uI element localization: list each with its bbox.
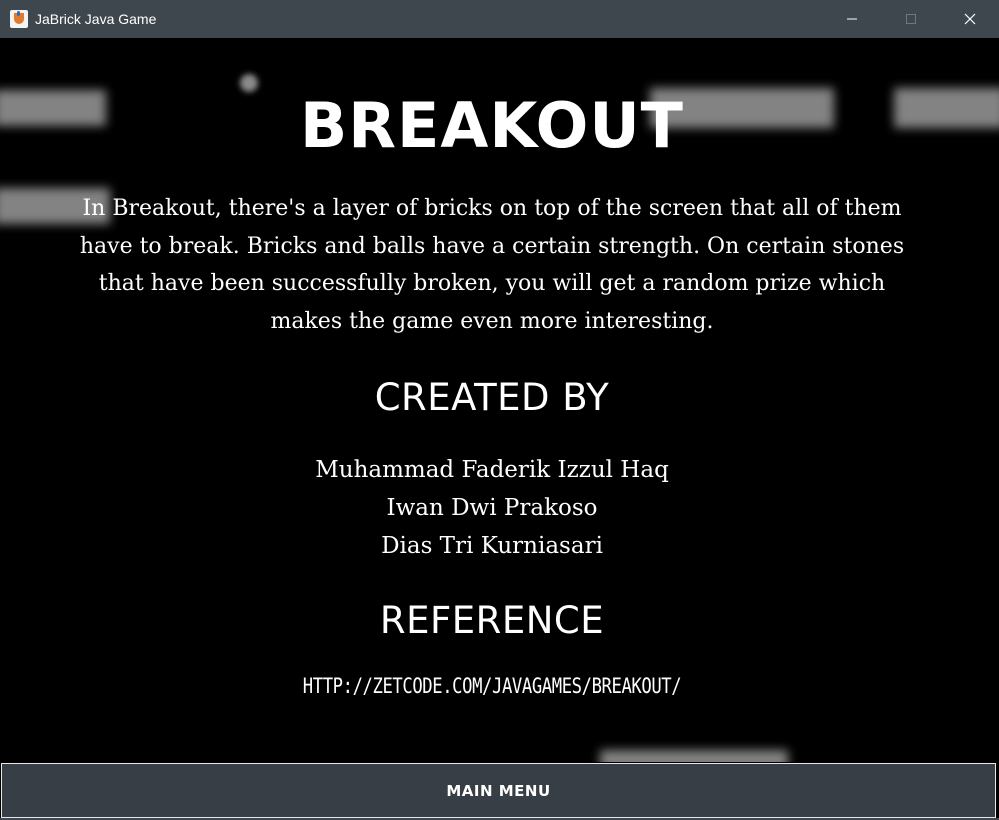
author-list: Muhammad Faderik Izzul Haq Iwan Dwi Prak…	[0, 451, 984, 565]
background-brick	[600, 750, 788, 762]
author-name: Muhammad Faderik Izzul Haq	[315, 457, 669, 483]
maximize-icon	[905, 14, 916, 24]
title-bar[interactable]: JaBrick Java Game	[0, 0, 999, 38]
reference-link[interactable]: HTTP://ZETCODE.COM/JAVAGAMES/BREAKOUT/	[89, 674, 896, 698]
main-menu-button[interactable]: MAIN MENU	[1, 763, 996, 818]
author-name: Dias Tri Kurniasari	[381, 533, 603, 559]
maximize-button[interactable]	[881, 0, 940, 38]
game-area: BREAKOUT In Breakout, there's a layer of…	[0, 38, 999, 762]
close-icon	[964, 13, 975, 25]
window-title: JaBrick Java Game	[35, 11, 157, 27]
window-controls	[822, 0, 999, 38]
minimize-button[interactable]	[822, 0, 881, 38]
java-app-icon	[10, 10, 28, 28]
game-description: In Breakout, there's a layer of bricks o…	[79, 196, 905, 334]
author-name: Iwan Dwi Prakoso	[386, 495, 598, 521]
minimize-icon	[846, 18, 857, 20]
created-by-heading: CREATED BY	[374, 376, 610, 419]
close-button[interactable]	[940, 0, 999, 38]
game-window: JaBrick Java Game BREAKOUT In Breakout, …	[0, 0, 999, 820]
game-title: BREAKOUT	[300, 89, 684, 162]
reference-heading: REFERENCE	[379, 599, 605, 642]
